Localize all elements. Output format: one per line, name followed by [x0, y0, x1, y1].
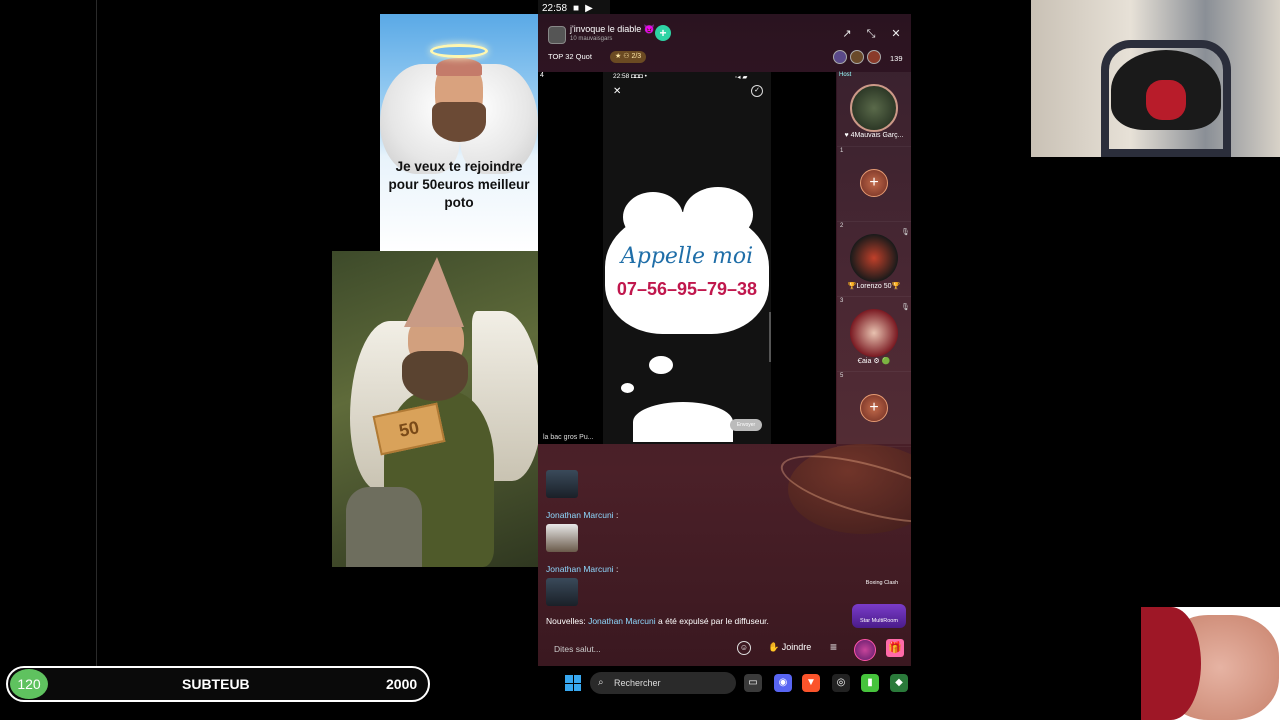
seat-label: 🏆Lorenzo 50🏆 [847, 283, 901, 290]
phone-close-icon: ✕ [613, 86, 622, 97]
seat-number: 1 [840, 148, 844, 154]
search-icon: ⌕ [598, 677, 604, 688]
search-placeholder: Rechercher [614, 678, 661, 688]
chat-image[interactable] [546, 470, 578, 498]
top-ranking-label[interactable]: TOP 32 Quot [548, 52, 592, 61]
gift-icon[interactable]: 🎁 [886, 639, 904, 657]
minimize-icon[interactable]: ⤡ [863, 26, 879, 42]
emoji-icon[interactable]: ☺ [737, 641, 751, 655]
viewer-avatar[interactable] [867, 50, 881, 64]
seat-3[interactable]: 3 🎙 Ꞓaia ⚙ 🟢 [837, 297, 911, 372]
chat-author[interactable]: Jonathan Marcuni : [546, 510, 618, 520]
menu-icon[interactable]: ≡ [830, 640, 837, 654]
host-badge: Host [839, 72, 852, 78]
bulls-logo-icon [1146, 80, 1186, 120]
video-area: 4 22:58 ◘◘◘ • ◦◂ ▰ ✕ ✓ Appelle moi 07–56… [538, 72, 836, 444]
angel-beard [432, 102, 486, 142]
seat-column: Host ♥ 4Mauvais Garç... 1 + 2 🎙 🏆Lorenzo… [837, 72, 911, 447]
discord-icon[interactable]: ◉ [774, 674, 792, 692]
obs-icon[interactable]: ◎ [832, 674, 850, 692]
brave-icon[interactable]: ▼ [802, 674, 820, 692]
games-icon[interactable] [854, 639, 876, 661]
chat-input[interactable]: Dites salut... [554, 644, 601, 654]
host-avatar[interactable] [850, 84, 898, 132]
seat-number: 5 [840, 373, 844, 379]
phone-status-time: 22:58 ◘◘◘ • [613, 73, 647, 80]
chat-area: Jonathan Marcuni : Jonathan Marcuni : No… [538, 441, 911, 634]
follow-button[interactable]: + [655, 25, 671, 41]
taskbar-search[interactable]: ⌕ Rechercher [590, 672, 736, 694]
star-multiroom-badge[interactable]: Star MultiRoom [852, 604, 906, 628]
phone-screen-share: 22:58 ◘◘◘ • ◦◂ ▰ ✕ ✓ Appelle moi 07–56–9… [603, 72, 771, 444]
speech-cloud [605, 212, 769, 334]
cloud-title: Appelle moi [620, 244, 754, 269]
cloud-dot [621, 383, 634, 393]
live-room-window: j'invoque le diable 😈 10 mauvaisgars + ↗… [538, 14, 911, 666]
seat-number: 2 [840, 223, 844, 229]
seat-5[interactable]: 5 + [837, 372, 911, 447]
stop-icon: ■ [573, 2, 580, 14]
app-layers-icon[interactable]: ◆ [890, 674, 908, 692]
app-green-icon[interactable]: ▮ [861, 674, 879, 692]
send-pill: Envoyer [730, 419, 762, 431]
room-subtitle: 10 mauvaisgars [570, 36, 613, 42]
elf-beard [402, 351, 468, 401]
seat-label: Ꞓaia ⚙ 🟢 [857, 358, 891, 365]
level-badge[interactable]: ★ ⚇ 2/3 [610, 51, 647, 63]
user-avatar[interactable] [850, 309, 898, 357]
chat-image[interactable] [546, 578, 578, 606]
guest-webcam [1141, 607, 1280, 720]
share-icon[interactable]: ↗ [839, 26, 855, 42]
play-icon: ▶ [585, 2, 593, 14]
angel-meme-image: Je veux te rejoindre pour 50euros meille… [380, 14, 538, 251]
guest-hood [1141, 607, 1201, 720]
cloud-phone-number: 07–56–95–79–38 [616, 279, 758, 299]
sub-goal-count: 120 [10, 669, 48, 699]
chat-author[interactable]: Jonathan Marcuni : [546, 564, 618, 574]
chat-input-bar: Dites salut... ☺ ✋ Joindre ≡ 🎁 [538, 634, 911, 666]
streamer-webcam [1031, 0, 1280, 157]
seat-label: ♥ 4Mauvais Garç... [844, 132, 904, 139]
angel-meme-caption: Je veux te rejoindre pour 50euros meille… [388, 159, 530, 210]
video-seat-index: 4 [540, 72, 544, 79]
join-button[interactable]: ✋ Joindre [768, 642, 811, 653]
cloud-bottom [633, 402, 733, 442]
user-avatar[interactable] [850, 234, 898, 282]
video-caption: la bac gros Pu... [543, 434, 594, 441]
chat-image[interactable] [546, 524, 578, 552]
windows-taskbar: ⌕ Rechercher ▭ ◉ ▼ ◎ ▮ ◆ [96, 666, 1141, 702]
viewer-count[interactable]: 139 [890, 54, 903, 63]
room-avatar[interactable] [548, 26, 566, 44]
angel-cap [436, 58, 482, 76]
add-seat-icon[interactable]: + [860, 169, 888, 197]
seat-1[interactable]: 1 + [837, 147, 911, 222]
add-seat-icon[interactable]: + [860, 394, 888, 422]
seat-number: 3 [840, 298, 844, 304]
viewer-avatar[interactable] [833, 50, 847, 64]
close-icon[interactable]: ✕ [888, 26, 904, 42]
windows-start-icon[interactable] [565, 675, 581, 691]
halo-icon [430, 44, 488, 58]
mic-off-icon: 🎙 [901, 229, 910, 236]
elf-meme-image: 50 [332, 251, 542, 567]
room-header: j'invoque le diable 😈 10 mauvaisgars + ↗… [538, 14, 911, 72]
gravestone [346, 487, 422, 567]
phone-scrollbar [769, 312, 771, 362]
status-time: 22:58 [542, 2, 568, 14]
cloud-dot [649, 356, 673, 374]
seat-host[interactable]: Host ♥ 4Mauvais Garç... [837, 72, 911, 147]
file-explorer-icon[interactable]: ▭ [744, 674, 762, 692]
mic-off-icon: 🎙 [901, 304, 910, 311]
phone-check-icon: ✓ [751, 85, 763, 97]
chat-system-notice: Nouvelles: Jonathan Marcuni a été expuls… [546, 616, 769, 626]
elf-hat [404, 257, 464, 327]
viewer-avatar[interactable] [850, 50, 864, 64]
seat-2[interactable]: 2 🎙 🏆Lorenzo 50🏆 [837, 222, 911, 297]
phone-status-icons: ◦◂ ▰ [735, 74, 748, 81]
boxing-clash-badge[interactable]: Boxing Clash [862, 580, 902, 596]
room-title: j'invoque le diable 😈 [570, 24, 655, 34]
